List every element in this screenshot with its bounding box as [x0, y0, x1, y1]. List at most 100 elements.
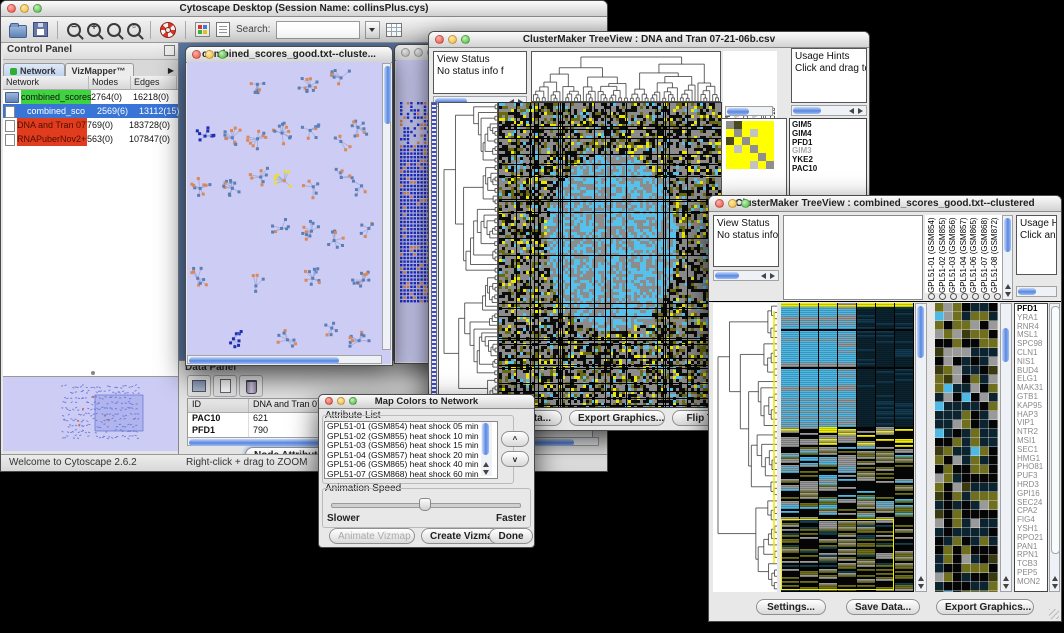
network-vscrollbar[interactable]	[382, 63, 391, 350]
column-label[interactable]: GPL51-03 (GSM856)	[948, 215, 959, 293]
listbox-vscrollbar[interactable]	[481, 422, 492, 476]
scroll-right-arrow[interactable]	[770, 273, 775, 279]
scroll-thumb[interactable]	[1018, 288, 1036, 295]
attribute-item[interactable]: GPL51-07 (GSM868) heat shock 60 min	[325, 470, 497, 479]
speed-slider-thumb[interactable]	[419, 498, 431, 511]
scroll-left-arrow[interactable]	[761, 273, 766, 279]
network-row[interactable]: combined_scores 2764(0) 16218(0)	[3, 90, 178, 104]
genelist-vscrollbar[interactable]	[1049, 303, 1060, 592]
scroll-down-arrow[interactable]	[918, 584, 924, 589]
column-label[interactable]: GPL51-01 (GSM854)	[927, 215, 938, 293]
zoom-fit-icon[interactable]: ▫	[127, 23, 141, 37]
scroll-thumb[interactable]	[1004, 218, 1011, 252]
export-graphics-button[interactable]: Export Graphics...	[936, 599, 1034, 615]
treeview1-titlebar[interactable]: ClusterMaker TreeView : DNA and Tran 07-…	[429, 32, 869, 48]
column-label[interactable]: GPL51-07 (GSM868)	[980, 215, 991, 293]
close-button[interactable]	[401, 48, 410, 57]
cluster-matrix[interactable]	[726, 121, 774, 171]
main-titlebar[interactable]: Cytoscape Desktop (Session Name: collins…	[1, 1, 607, 17]
zoom-button[interactable]	[218, 50, 227, 59]
minimize-button[interactable]	[414, 48, 423, 57]
zoom-heatmap[interactable]	[935, 303, 998, 592]
scroll-thumb[interactable]	[793, 107, 821, 114]
save-data-button[interactable]: Save Data...	[846, 599, 920, 615]
scroll-down-arrow[interactable]	[1052, 584, 1058, 589]
zoom-in-icon[interactable]: +	[87, 23, 101, 37]
column-label[interactable]: GPL51-02 (GSM855)	[938, 215, 949, 293]
zoom-button[interactable]	[741, 199, 750, 208]
row-dendrogram[interactable]	[438, 102, 498, 408]
scroll-up-arrow[interactable]	[918, 576, 924, 581]
scroll-up-arrow[interactable]	[1005, 284, 1011, 289]
minimize-button[interactable]	[205, 50, 214, 59]
scroll-thumb[interactable]	[482, 423, 489, 455]
help-icon[interactable]	[160, 22, 176, 38]
zoom-button[interactable]	[461, 35, 470, 44]
animate-vizmap-button[interactable]: Animate Vizmap	[329, 528, 415, 544]
network-hscrollbar[interactable]	[187, 355, 382, 364]
annotation-icon[interactable]	[216, 22, 230, 37]
scroll-up-arrow[interactable]	[483, 462, 489, 467]
scroll-down-arrow[interactable]	[1005, 292, 1011, 297]
save-session-icon[interactable]	[33, 22, 48, 37]
open-session-icon[interactable]	[9, 25, 27, 38]
usage-hints-hscrollbar[interactable]	[1016, 286, 1057, 297]
minimize-button[interactable]	[728, 199, 737, 208]
labels-vscrollbar[interactable]	[1002, 215, 1013, 300]
settings-button[interactable]: Settings...	[756, 599, 826, 615]
close-button[interactable]	[7, 4, 16, 13]
close-button[interactable]	[715, 199, 724, 208]
treeview2-titlebar[interactable]: ClusterMaker TreeView : combined_scores_…	[709, 196, 1061, 212]
float-panel-icon[interactable]	[164, 45, 175, 56]
minimize-button[interactable]	[20, 4, 29, 13]
move-up-button[interactable]: ^	[501, 431, 529, 447]
minimize-button[interactable]	[337, 397, 345, 405]
zoom-selected-icon[interactable]	[107, 23, 121, 37]
import-table-icon[interactable]	[386, 23, 402, 37]
column-label[interactable]: GPL51-04 (GSM857)	[959, 215, 970, 293]
network-view-canvas[interactable]	[187, 62, 391, 364]
scroll-down-arrow[interactable]	[483, 470, 489, 475]
zoom-button[interactable]	[33, 4, 42, 13]
scroll-up-arrow[interactable]	[1003, 576, 1009, 581]
scroll-down-arrow[interactable]	[1003, 584, 1009, 589]
network-row[interactable]: combined_sco 2569(6) 13112(15)	[3, 104, 178, 118]
scroll-thumb[interactable]	[727, 108, 749, 115]
scroll-left-arrow[interactable]	[849, 108, 854, 114]
birdseye-view[interactable]	[3, 376, 178, 451]
search-dropdown-arrow[interactable]	[365, 21, 380, 39]
vizmapper-icon[interactable]	[195, 22, 210, 37]
move-down-button[interactable]: v	[501, 451, 529, 467]
global-overview-strip[interactable]	[431, 102, 437, 406]
column-dendrogram[interactable]	[531, 51, 721, 102]
usage-hints-hscrollbar[interactable]	[791, 105, 867, 116]
scroll-up-arrow[interactable]	[1052, 576, 1058, 581]
scroll-thumb[interactable]	[189, 357, 339, 364]
column-label[interactable]: GPL51-08 (GSM872)	[990, 215, 1001, 293]
network-view-titlebar[interactable]: combined_scores_good.txt--cluste...	[186, 47, 392, 63]
close-button[interactable]	[435, 35, 444, 44]
scroll-right-arrow[interactable]	[858, 108, 863, 114]
select-attributes-icon[interactable]	[187, 375, 211, 397]
minimize-button[interactable]	[448, 35, 457, 44]
network-row[interactable]: DNA and Tran 07 769(0) 183728(0)	[3, 118, 178, 132]
row-dendrogram[interactable]	[713, 303, 777, 592]
scroll-thumb[interactable]	[1051, 306, 1060, 554]
close-button[interactable]	[325, 397, 333, 405]
column-label[interactable]: GPL51-06 (GSM865)	[969, 215, 980, 293]
zoom-button[interactable]	[349, 397, 357, 405]
done-button[interactable]: Done	[489, 528, 533, 544]
gene-label[interactable]: PAC10	[790, 165, 866, 174]
scroll-thumb[interactable]	[715, 272, 739, 279]
view-status-hscrollbar[interactable]	[713, 270, 779, 281]
new-attribute-icon[interactable]	[213, 375, 237, 397]
heatmap-vscrollbar[interactable]	[915, 303, 927, 592]
search-input[interactable]	[276, 21, 360, 39]
column-dendrogram-area[interactable]	[783, 215, 923, 300]
matrix-hscrollbar[interactable]	[725, 106, 773, 116]
close-button[interactable]	[192, 50, 201, 59]
correlation-heatmap[interactable]	[498, 102, 722, 408]
scroll-thumb[interactable]	[384, 66, 391, 124]
zoom-out-icon[interactable]: −	[67, 23, 81, 37]
splitter-handle[interactable]	[91, 371, 95, 375]
